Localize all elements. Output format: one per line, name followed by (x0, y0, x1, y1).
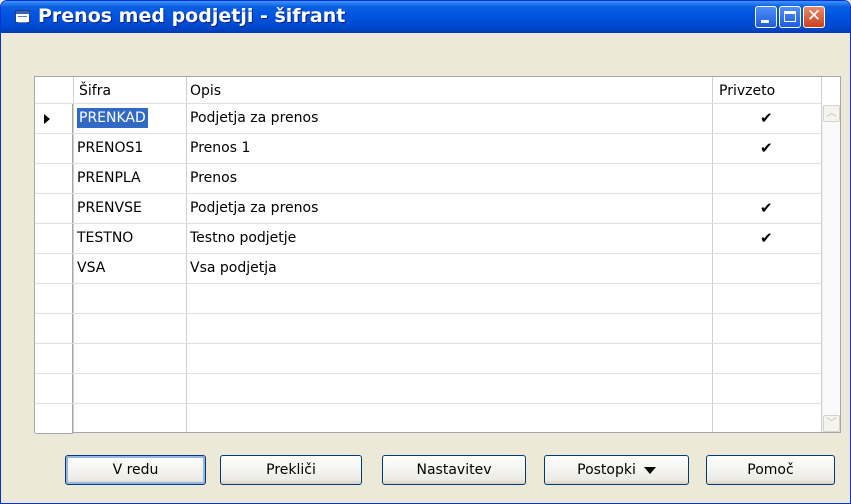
row-selector[interactable] (35, 374, 73, 404)
chevron-up-icon: ︿ (826, 108, 837, 119)
row-selector[interactable] (35, 254, 73, 284)
caret-down-icon (643, 466, 656, 474)
cell-code-text: TESTNO (77, 230, 134, 246)
row-selector[interactable] (35, 104, 73, 134)
row-divider (35, 283, 821, 284)
vertical-scrollbar[interactable]: ︿ ﹀ (822, 105, 840, 432)
row-selector[interactable] (35, 404, 73, 434)
row-selector[interactable] (35, 344, 73, 374)
cell-code[interactable]: PRENVSE (77, 194, 142, 222)
cell-code[interactable]: PRENPLA (77, 164, 141, 192)
cell-code[interactable]: PRENKAD (77, 104, 148, 132)
cell-code-text: PRENVSE (77, 200, 142, 216)
row-divider (35, 343, 821, 344)
cell-description[interactable]: Podjetja za prenos (190, 194, 318, 222)
cell-code[interactable]: PRENOS1 (77, 134, 143, 162)
row-divider (35, 373, 821, 374)
cell-code[interactable]: VSA (77, 254, 105, 282)
column-divider (186, 77, 187, 432)
dialog-window: Prenos med podjetji - šifrant ✕ Šifra Op… (0, 0, 851, 504)
window-title: Prenos med podjetji - šifrant (38, 5, 346, 27)
row-selector[interactable] (35, 164, 73, 194)
cancel-button[interactable]: Prekliči (220, 455, 362, 485)
close-icon: ✕ (806, 6, 822, 26)
row-divider (35, 193, 821, 194)
cell-default-checkmark[interactable]: ✔ (760, 224, 773, 252)
row-selector[interactable] (35, 314, 73, 344)
row-divider (35, 403, 821, 404)
functions-button[interactable]: Postopki (544, 455, 689, 485)
current-row-arrow-icon (44, 114, 50, 124)
row-divider (35, 103, 821, 104)
minimize-button[interactable] (755, 6, 777, 28)
cell-code-text: VSA (77, 260, 106, 276)
column-divider (73, 77, 74, 432)
cell-default-checkmark[interactable]: ✔ (760, 134, 773, 162)
column-header-code[interactable]: Šifra (79, 77, 111, 105)
cell-description[interactable]: Prenos (190, 164, 237, 192)
row-divider (35, 163, 821, 164)
cell-description[interactable]: Vsa podjetja (190, 254, 277, 282)
scroll-up-button[interactable]: ︿ (823, 105, 840, 122)
column-divider (712, 77, 713, 432)
chevron-down-icon: ﹀ (826, 418, 837, 429)
cell-code-text: PRENPLA (77, 170, 141, 186)
help-button[interactable]: Pomoč (706, 455, 835, 485)
cell-default-checkmark[interactable]: ✔ (760, 104, 773, 132)
column-header-default[interactable]: Privzeto (719, 77, 775, 105)
cell-code[interactable]: TESTNO (77, 224, 133, 252)
data-grid[interactable]: Šifra Opis Privzeto PRENKAD Podjetja za p… (34, 76, 841, 434)
ok-button[interactable]: V redu (65, 455, 206, 485)
row-selector[interactable] (35, 194, 73, 224)
cell-default-checkmark[interactable]: ✔ (760, 194, 773, 222)
cell-code-text: PRENKAD (77, 108, 148, 128)
row-selector[interactable] (35, 284, 73, 314)
cell-code-text: PRENOS1 (77, 140, 144, 156)
column-header-description[interactable]: Opis (190, 77, 221, 105)
table-header: Šifra Opis Privzeto (35, 77, 840, 103)
cell-description[interactable]: Podjetja za prenos (190, 104, 318, 132)
setup-button[interactable]: Nastavitev (382, 455, 526, 485)
close-button[interactable]: ✕ (803, 6, 825, 28)
cell-description[interactable]: Testno podjetje (190, 224, 296, 252)
maximize-icon (784, 11, 796, 22)
functions-button-label: Postopki (577, 462, 636, 478)
minimize-icon (761, 20, 769, 23)
maximize-button[interactable] (779, 6, 801, 28)
row-divider (35, 313, 821, 314)
row-divider (35, 223, 821, 224)
row-selector[interactable] (35, 224, 73, 254)
cell-description[interactable]: Prenos 1 (190, 134, 250, 162)
row-selector[interactable] (35, 134, 73, 164)
row-divider (35, 253, 821, 254)
title-bar[interactable]: Prenos med podjetji - šifrant ✕ (1, 1, 850, 33)
scroll-down-button[interactable]: ﹀ (823, 415, 840, 432)
table-icon (15, 10, 30, 23)
row-divider (35, 133, 821, 134)
